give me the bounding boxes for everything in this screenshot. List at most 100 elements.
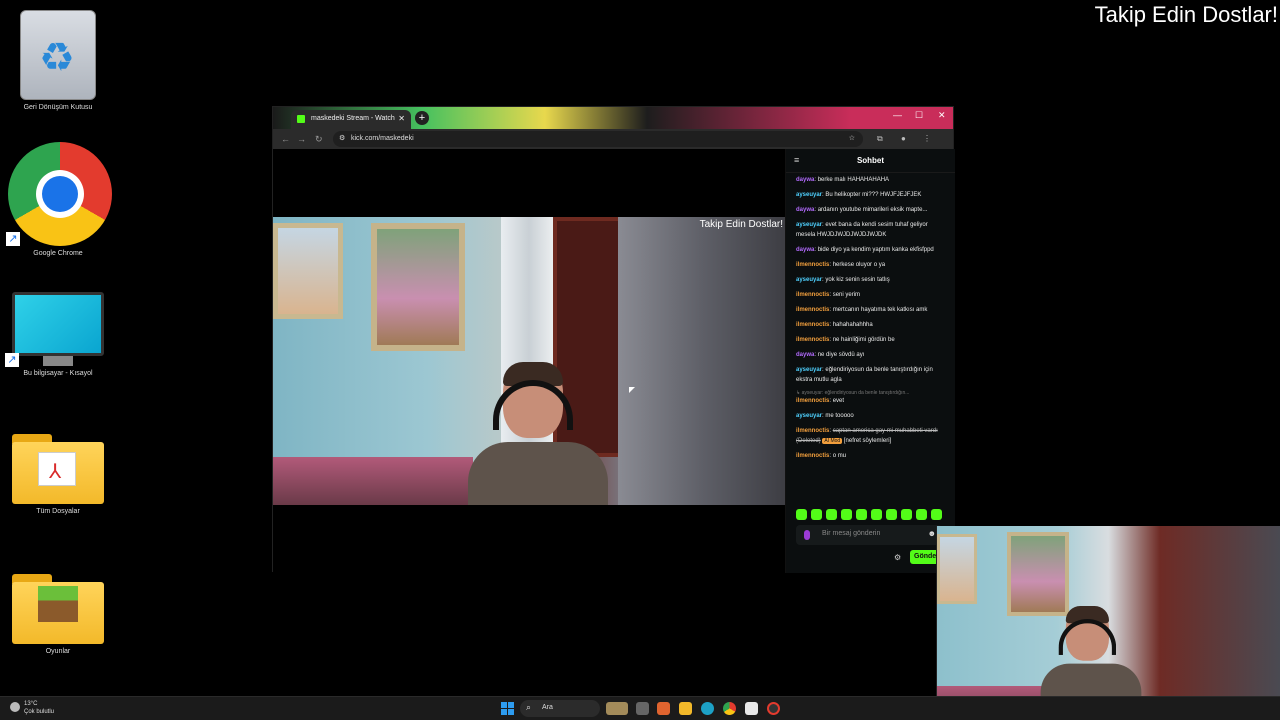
chat-message-text: evet [832, 398, 845, 404]
chat-message-text: hahahahahhha [832, 322, 873, 328]
back-icon[interactable]: ← [281, 134, 290, 144]
chat-username[interactable]: ilmennoctis [796, 292, 829, 298]
edge-icon[interactable] [701, 702, 714, 715]
chat-username[interactable]: ayseuyar [796, 192, 822, 198]
emote-icon[interactable] [916, 509, 927, 520]
chat-message[interactable]: ilmennoctis: ne hainliğimi gördün be [796, 335, 945, 345]
reload-icon[interactable]: ↻ [315, 134, 323, 145]
desktop-icon-recycle-bin[interactable]: ♻ Geri Dönüşüm Kutusu [8, 10, 108, 111]
profile-icon[interactable]: ● [901, 134, 906, 143]
chat-message[interactable]: ilmennoctis: evet [796, 396, 945, 406]
chat-username[interactable]: ayseuyar [796, 222, 822, 228]
weather-widget[interactable]: 13°C Çok bulutlu [10, 700, 54, 716]
chat-message[interactable]: ilmennoctis: captan america gay mi muhab… [796, 426, 945, 446]
chat-message[interactable]: daywa: ne diye sövdü ayı [796, 350, 945, 360]
chat-username[interactable]: ilmennoctis [796, 453, 829, 459]
moderation-badge: AI Mod [822, 438, 843, 444]
extensions-icon[interactable]: ⧉ [877, 134, 883, 144]
collapse-chat-icon[interactable]: ≡ [794, 155, 799, 165]
chat-message-text: ne diye sövdü ayı [817, 352, 865, 358]
browser-tab[interactable]: maskedeki Stream - Watch ✕ [291, 110, 411, 129]
close-window-button[interactable]: ✕ [938, 110, 946, 121]
taskbar-widget-icon[interactable] [606, 702, 628, 715]
emote-icon[interactable] [901, 509, 912, 520]
desktop-icon-games[interactable]: Oyunlar [8, 574, 108, 655]
chat-message[interactable]: ayseuyar: evet bana da kendi sesim tuhaf… [796, 220, 945, 240]
mic-icon[interactable] [804, 530, 810, 540]
taskbar-search[interactable]: ⌕ Ara [520, 700, 600, 717]
windows-start-icon[interactable] [501, 702, 514, 715]
menu-kebab-icon[interactable]: ⋮ [923, 134, 931, 143]
desktop-icon-label: Oyunlar [45, 648, 71, 655]
chat-message[interactable]: ayseuyar: Bu helikopter mi??? HWJFJEJFJE… [796, 190, 945, 200]
emote-icon[interactable] [796, 509, 807, 520]
chat-message[interactable]: ayseuyar: eğlendiriyosun da benle tanışt… [796, 365, 945, 385]
moderation-note: [nefret söylemleri] [843, 438, 892, 444]
chat-username[interactable]: daywa [796, 247, 814, 253]
file-explorer-icon[interactable] [679, 702, 692, 715]
new-tab-button[interactable]: + [415, 111, 429, 125]
emote-icon[interactable] [871, 509, 882, 520]
chat-username[interactable]: ayseuyar [796, 413, 822, 419]
minimize-button[interactable]: — [893, 110, 902, 120]
chat-message[interactable]: ilmennoctis: herkese oluyor o ya [796, 260, 945, 270]
chat-message[interactable]: daywa: berke malı HAHAHAHAHA [796, 175, 945, 185]
mouse-cursor-icon [629, 387, 635, 393]
chat-message[interactable]: ilmennoctis: hahahahahhha [796, 320, 945, 330]
chat-username[interactable]: daywa [796, 177, 814, 183]
task-view-icon[interactable] [636, 702, 649, 715]
chat-username[interactable]: daywa [796, 207, 814, 213]
browser-toolbar: ← → ↻ ⚙ kick.com/maskedeki ☆ ⧉ ● ⋮ [273, 129, 953, 149]
chrome-taskbar-icon[interactable] [723, 702, 736, 715]
bookmark-star-icon[interactable]: ☆ [849, 134, 855, 142]
desktop-icon-this-pc[interactable]: ↗ Bu bilgisayar - Kısayol [5, 292, 108, 377]
obs-icon[interactable] [767, 702, 780, 715]
emote-icon[interactable] [886, 509, 897, 520]
address-bar[interactable]: ⚙ kick.com/maskedeki ☆ [333, 131, 863, 147]
copilot-icon[interactable] [657, 702, 670, 715]
chat-username[interactable]: daywa [796, 352, 814, 358]
kick-favicon-icon [297, 115, 305, 123]
chat-username[interactable]: ilmennoctis [796, 307, 829, 313]
emote-icon[interactable] [841, 509, 852, 520]
chat-message[interactable]: ilmennoctis: o mu [796, 451, 945, 461]
emoji-icon[interactable]: ☻ [928, 529, 936, 538]
wall-painting [937, 534, 977, 604]
emote-icon[interactable] [826, 509, 837, 520]
emote-bar [796, 509, 942, 520]
chat-message[interactable]: daywa: bide diyo ya kendim yaptım kanka … [796, 245, 945, 255]
stream-video[interactable]: Takip Edin Dostlar! [273, 217, 785, 505]
chat-username[interactable]: ayseuyar [796, 277, 822, 283]
emote-icon[interactable] [931, 509, 942, 520]
chrome-icon: ↗ [6, 142, 112, 246]
chat-message[interactable]: ilmennoctis: seni yerim [796, 290, 945, 300]
chat-username[interactable]: ilmennoctis [796, 337, 829, 343]
emote-icon[interactable] [811, 509, 822, 520]
chat-message-text: mertcanın hayatıma tek katkısı amk [832, 307, 928, 313]
chat-message[interactable]: daywa: ardanın youtube mimarileri eksik … [796, 205, 945, 215]
desktop-icon-google-chrome[interactable]: ↗ Google Chrome [6, 142, 112, 257]
chat-username[interactable]: ilmennoctis [796, 428, 829, 434]
chat-username[interactable]: ilmennoctis [796, 262, 829, 268]
chat-message[interactable]: ayseuyar: yok kiz senin sesin tatlış [796, 275, 945, 285]
desktop-icon-all-files[interactable]: ⅄ Tüm Dosyalar [8, 434, 108, 515]
chat-username[interactable]: ilmennoctis [796, 322, 829, 328]
chat-username[interactable]: ilmennoctis [796, 398, 829, 404]
site-info-icon[interactable]: ⚙ [339, 134, 345, 142]
chat-settings-gear-icon[interactable]: ⚙ [894, 553, 901, 562]
tab-close-icon[interactable]: ✕ [398, 114, 405, 123]
chat-input[interactable]: Bir mesaj gönderin ☻ [796, 525, 942, 545]
chat-username[interactable]: ayseuyar [796, 367, 822, 373]
maximize-button[interactable]: ☐ [915, 110, 923, 121]
streamer [463, 362, 613, 505]
store-icon[interactable] [745, 702, 758, 715]
folder-icon [12, 574, 104, 644]
chat-message[interactable]: ilmennoctis: mertcanın hayatıma tek katk… [796, 305, 945, 315]
emote-icon[interactable] [856, 509, 867, 520]
chat-message[interactable]: ayseuyar: me tooooo [796, 411, 945, 421]
video-player[interactable]: Takip Edin Dostlar! [273, 149, 785, 573]
chat-message-list: daywa: berke malı HAHAHAHAHA ayseuyar: Bu… [786, 173, 955, 461]
forward-icon[interactable]: → [297, 134, 306, 144]
chat-message-text: ne hainliğimi gördün be [832, 337, 895, 343]
desk-cloth [273, 457, 473, 505]
